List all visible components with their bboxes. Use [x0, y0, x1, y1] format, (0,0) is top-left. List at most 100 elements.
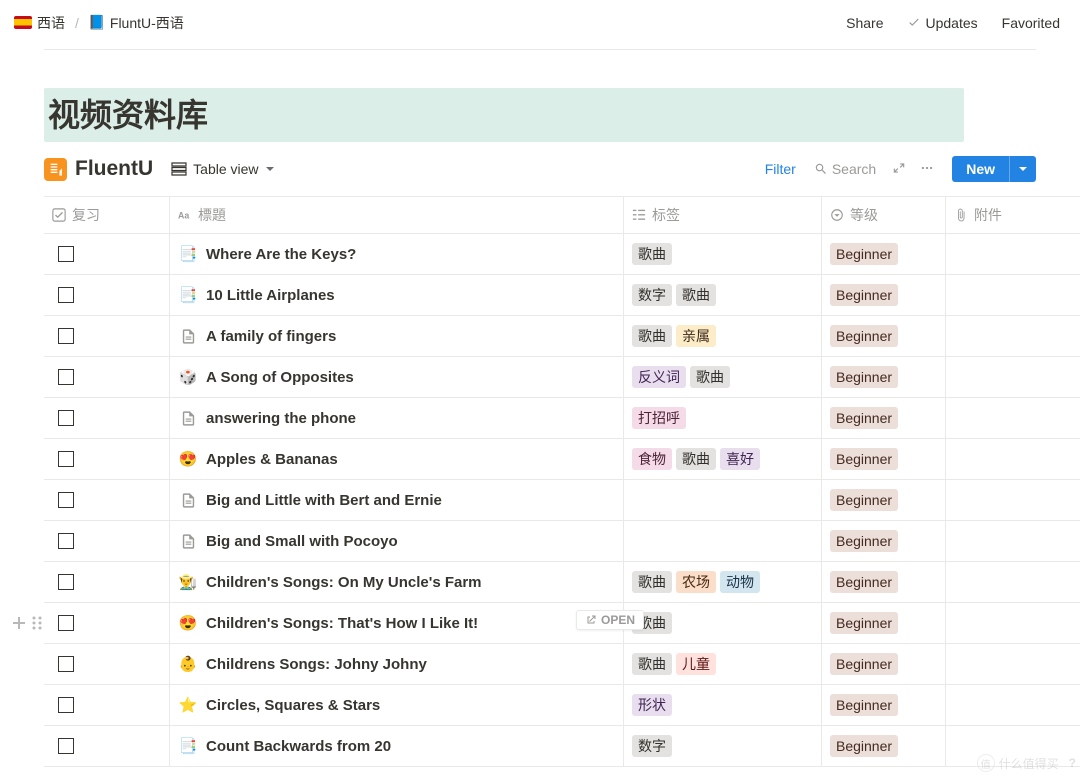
cell-tags[interactable]: 打招呼	[624, 398, 822, 438]
cell-attach[interactable]	[946, 685, 1080, 725]
cell-level[interactable]: Beginner	[822, 398, 946, 438]
cell-tags[interactable]: 数字歌曲	[624, 275, 822, 315]
table-row[interactable]: 👶Childrens Songs: Johny JohnyOPEN歌曲儿童Beg…	[44, 644, 1080, 685]
cell-tags[interactable]: 歌曲农场动物	[624, 562, 822, 602]
cell-check[interactable]	[44, 234, 170, 274]
cell-check[interactable]	[44, 275, 170, 315]
cell-level[interactable]: Beginner	[822, 316, 946, 356]
share-button[interactable]: Share	[842, 11, 887, 35]
filter-button[interactable]: Filter	[757, 157, 804, 181]
checkbox[interactable]	[58, 574, 74, 590]
cell-attach[interactable]	[946, 562, 1080, 602]
cell-title[interactable]: ⭐Circles, Squares & Stars	[170, 685, 624, 725]
open-button[interactable]: OPEN	[576, 610, 644, 630]
cell-tags[interactable]: 形状	[624, 685, 822, 725]
row-handle[interactable]	[10, 612, 46, 634]
add-row-icon[interactable]	[10, 612, 28, 634]
cell-level[interactable]: Beginner	[822, 357, 946, 397]
cell-check[interactable]	[44, 685, 170, 725]
view-switcher[interactable]: Table view	[165, 158, 280, 180]
cell-level[interactable]: Beginner	[822, 480, 946, 520]
cell-check[interactable]	[44, 726, 170, 766]
checkbox[interactable]	[58, 533, 74, 549]
cell-check[interactable]	[44, 603, 170, 643]
cell-title[interactable]: 📑10 Little Airplanes	[170, 275, 624, 315]
database-title[interactable]: FluentU	[44, 157, 153, 181]
cell-title[interactable]: 📑 Where Are the Keys?	[170, 234, 624, 274]
more-actions-button[interactable]	[914, 157, 940, 182]
cell-tags[interactable]: 歌曲	[624, 234, 822, 274]
cell-title[interactable]: 😍Apples & Bananas	[170, 439, 624, 479]
cell-title[interactable]: 😍Children's Songs: That's How I Like It!	[170, 603, 624, 643]
cell-attach[interactable]	[946, 603, 1080, 643]
cell-title[interactable]: A family of fingers	[170, 316, 624, 356]
checkbox[interactable]	[58, 451, 74, 467]
table-row[interactable]: 📑10 Little AirplanesOPEN数字歌曲Beginner	[44, 275, 1080, 316]
checkbox[interactable]	[58, 615, 74, 631]
table-row[interactable]: answering the phoneOPEN打招呼Beginner	[44, 398, 1080, 439]
checkbox[interactable]	[58, 492, 74, 508]
cell-tags[interactable]	[624, 480, 822, 520]
cell-title[interactable]: answering the phone	[170, 398, 624, 438]
cell-level[interactable]: Beginner	[822, 562, 946, 602]
checkbox[interactable]	[58, 287, 74, 303]
cell-check[interactable]	[44, 398, 170, 438]
cell-level[interactable]: Beginner	[822, 439, 946, 479]
cell-tags[interactable]	[624, 521, 822, 561]
checkbox[interactable]	[58, 369, 74, 385]
checkbox[interactable]	[58, 697, 74, 713]
breadcrumb-parent[interactable]: 西语	[10, 11, 69, 35]
cell-level[interactable]: Beginner	[822, 685, 946, 725]
table-row[interactable]: 😍Apples & BananasOPEN食物歌曲喜好Beginner	[44, 439, 1080, 480]
new-button[interactable]: New	[952, 156, 1009, 182]
cell-tags[interactable]: 歌曲儿童	[624, 644, 822, 684]
cell-check[interactable]	[44, 644, 170, 684]
cell-level[interactable]: Beginner	[822, 234, 946, 274]
checkbox[interactable]	[58, 656, 74, 672]
checkbox[interactable]	[58, 410, 74, 426]
cell-title[interactable]: 📑Count Backwards from 20	[170, 726, 624, 766]
cell-title[interactable]: 👶Childrens Songs: Johny Johny	[170, 644, 624, 684]
cell-attach[interactable]	[946, 480, 1080, 520]
column-header-title[interactable]: Aa 標題	[170, 197, 624, 233]
search-button[interactable]: Search	[806, 157, 884, 181]
cell-level[interactable]: Beginner	[822, 644, 946, 684]
cell-attach[interactable]	[946, 316, 1080, 356]
cell-title[interactable]: 🎲A Song of Opposites	[170, 357, 624, 397]
expand-button[interactable]	[886, 157, 912, 182]
cell-level[interactable]: Beginner	[822, 521, 946, 561]
column-header-check[interactable]: 复习	[44, 197, 170, 233]
cell-level[interactable]: Beginner	[822, 603, 946, 643]
cell-attach[interactable]	[946, 398, 1080, 438]
cell-attach[interactable]	[946, 644, 1080, 684]
cell-level[interactable]: Beginner	[822, 275, 946, 315]
cell-check[interactable]	[44, 480, 170, 520]
drag-icon[interactable]	[28, 612, 46, 634]
cell-attach[interactable]	[946, 275, 1080, 315]
cell-title[interactable]: Big and Little with Bert and Ernie	[170, 480, 624, 520]
column-header-tags[interactable]: 标签	[624, 197, 822, 233]
table-row[interactable]: Big and Small with PocoyoOPENBeginner	[44, 521, 1080, 562]
page-title[interactable]: 视频资料库	[48, 90, 958, 136]
table-row[interactable]: 👨‍🌾Children's Songs: On My Uncle's FarmO…	[44, 562, 1080, 603]
table-row[interactable]: ⭐Circles, Squares & StarsOPEN形状Beginner	[44, 685, 1080, 726]
cell-level[interactable]: Beginner	[822, 726, 946, 766]
cell-tags[interactable]: 歌曲	[624, 603, 822, 643]
updates-button[interactable]: Updates	[903, 11, 981, 35]
cell-tags[interactable]: 歌曲亲属	[624, 316, 822, 356]
column-header-attach[interactable]: 附件	[946, 197, 1080, 233]
table-row[interactable]: Big and Little with Bert and ErnieOPENBe…	[44, 480, 1080, 521]
table-row[interactable]: 📑 Where Are the Keys?OPEN歌曲Beginner	[44, 234, 1080, 275]
cell-check[interactable]	[44, 521, 170, 561]
cell-attach[interactable]	[946, 521, 1080, 561]
cell-check[interactable]	[44, 439, 170, 479]
cell-tags[interactable]: 数字	[624, 726, 822, 766]
breadcrumb-current[interactable]: 📘 FluntU-西语	[85, 11, 188, 35]
cell-attach[interactable]	[946, 439, 1080, 479]
table-row[interactable]: 🎲A Song of OppositesOPEN反义词歌曲Beginner	[44, 357, 1080, 398]
cell-tags[interactable]: 反义词歌曲	[624, 357, 822, 397]
checkbox[interactable]	[58, 328, 74, 344]
cell-check[interactable]	[44, 316, 170, 356]
favorite-button[interactable]: Favorited	[998, 11, 1064, 35]
cell-title[interactable]: Big and Small with Pocoyo	[170, 521, 624, 561]
